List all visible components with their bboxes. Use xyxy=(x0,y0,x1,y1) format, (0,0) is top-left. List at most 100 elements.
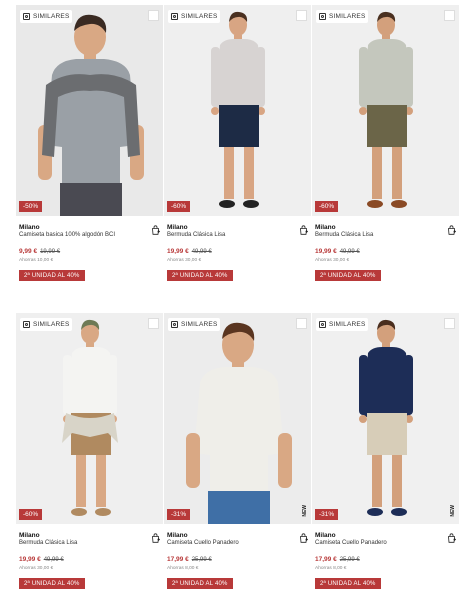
product-name[interactable]: Bermuda Clásica Lisa xyxy=(167,232,225,238)
add-to-bag-icon[interactable] xyxy=(299,225,308,235)
product-image[interactable]: SIMILARES -50% xyxy=(16,5,163,216)
favorite-checkbox[interactable] xyxy=(444,318,455,329)
similar-button[interactable]: SIMILARES xyxy=(316,10,369,23)
product-brand: Milano xyxy=(315,532,336,539)
add-to-bag-icon[interactable] xyxy=(447,533,456,543)
model-left-shoe xyxy=(367,508,383,516)
model-left-hand xyxy=(211,107,219,115)
model-left-leg xyxy=(224,147,234,199)
model-right-shoe xyxy=(391,508,407,516)
product-info: Milano Camiseta basica 100% algodón BCI … xyxy=(16,216,163,286)
product-name[interactable]: Bermuda Clásica Lisa xyxy=(19,540,77,546)
product-image[interactable]: SIMILARES -60% xyxy=(16,313,163,524)
favorite-checkbox[interactable] xyxy=(296,10,307,21)
savings-text: Ahorras 8,00 € xyxy=(167,566,199,571)
price-row: 19,99 €49,99 € xyxy=(19,556,64,563)
product-name[interactable]: Camiseta basica 100% algodón BCI xyxy=(19,232,115,238)
similar-icon xyxy=(171,321,178,328)
product-brand: Milano xyxy=(19,532,40,539)
model-right-shoe xyxy=(95,508,111,516)
similar-icon xyxy=(23,321,30,328)
promo-badge: 2ª UNIDAD AL 40% xyxy=(167,578,233,589)
model-shirt xyxy=(364,347,410,417)
similar-icon xyxy=(171,13,178,20)
discount-badge: -60% xyxy=(167,201,191,212)
similar-button[interactable]: SIMILARES xyxy=(168,10,221,23)
discount-badge: -60% xyxy=(19,509,43,520)
product-card[interactable]: SIMILARES -50% Milano Camiseta basica 10… xyxy=(16,5,163,286)
add-to-bag-icon[interactable] xyxy=(447,225,456,235)
promo-badge: 2ª UNIDAD AL 40% xyxy=(315,578,381,589)
product-name[interactable]: Camiseta Cuello Panadero xyxy=(167,540,239,546)
product-image[interactable]: SIMILARES -31% NEW xyxy=(164,313,311,524)
similar-button[interactable]: SIMILARES xyxy=(168,318,221,331)
model-left-arm xyxy=(63,355,72,415)
model-figure xyxy=(164,313,311,524)
product-card[interactable]: SIMILARES -31% NEW Milano Camiseta Cuell… xyxy=(164,313,311,594)
add-to-bag-icon[interactable] xyxy=(151,225,160,235)
product-brand: Milano xyxy=(19,224,40,231)
model-right-leg xyxy=(244,147,254,199)
model-shorts xyxy=(367,105,407,147)
add-to-bag-icon[interactable] xyxy=(151,533,160,543)
savings-text: Ahorras 10,00 € xyxy=(19,258,54,263)
model-right-leg xyxy=(96,455,106,507)
similar-label: SIMILARES xyxy=(329,321,366,328)
product-name[interactable]: Bermuda Clásica Lisa xyxy=(315,232,373,238)
model-left-shoe xyxy=(219,200,235,208)
similar-label: SIMILARES xyxy=(181,13,218,20)
product-card[interactable]: SIMILARES -60% Milano Bermuda Clásica Li… xyxy=(164,5,311,286)
promo-badge: 2ª UNIDAD AL 40% xyxy=(19,578,85,589)
model-left-arm xyxy=(186,433,200,488)
favorite-checkbox[interactable] xyxy=(148,10,159,21)
discount-badge: -31% xyxy=(315,509,339,520)
old-price: 25,99 € xyxy=(191,557,212,563)
favorite-checkbox[interactable] xyxy=(148,318,159,329)
model-right-arm xyxy=(278,433,292,488)
current-price: 19,99 € xyxy=(167,248,189,255)
similar-button[interactable]: SIMILARES xyxy=(316,318,369,331)
price-row: 17,99 €25,99 € xyxy=(167,556,212,563)
model-right-leg xyxy=(392,455,402,507)
model-shorts xyxy=(367,413,407,455)
model-pants xyxy=(208,491,270,524)
product-image[interactable]: SIMILARES -60% xyxy=(312,5,459,216)
similar-icon xyxy=(23,13,30,20)
model-shirt xyxy=(216,39,262,109)
model-shorts xyxy=(219,105,259,147)
similar-button[interactable]: SIMILARES xyxy=(20,318,73,331)
product-brand: Milano xyxy=(167,532,188,539)
current-price: 9,99 € xyxy=(19,248,38,255)
favorite-checkbox[interactable] xyxy=(296,318,307,329)
product-info: Milano Bermuda Clásica Lisa 19,99 €49,99… xyxy=(312,216,459,286)
old-price: 19,99 € xyxy=(40,249,61,255)
new-tag: NEW xyxy=(450,505,456,517)
product-info: Milano Bermuda Clásica Lisa 19,99 €49,99… xyxy=(16,524,163,594)
savings-text: Ahorras 8,00 € xyxy=(315,566,347,571)
price-row: 19,99 €49,99 € xyxy=(315,248,360,255)
product-info: Milano Bermuda Clásica Lisa 19,99 €49,99… xyxy=(164,216,311,286)
model-left-shoe xyxy=(367,200,383,208)
model-figure xyxy=(164,5,311,216)
product-name[interactable]: Camiseta Cuello Panadero xyxy=(315,540,387,546)
model-left-arm xyxy=(359,355,368,415)
model-figure xyxy=(312,5,459,216)
model-shirt xyxy=(68,347,114,417)
product-card[interactable]: SIMILARES -60% Milano Bermuda Clásica Li… xyxy=(16,313,163,594)
model-figure xyxy=(16,313,163,524)
model-right-shoe xyxy=(391,200,407,208)
similar-button[interactable]: SIMILARES xyxy=(20,10,73,23)
add-to-bag-icon[interactable] xyxy=(299,533,308,543)
savings-text: Ahorras 30,00 € xyxy=(315,258,350,263)
product-image[interactable]: SIMILARES -31% NEW xyxy=(312,313,459,524)
product-brand: Milano xyxy=(167,224,188,231)
product-card[interactable]: SIMILARES -31% NEW Milano Camiseta Cuell… xyxy=(312,313,459,594)
favorite-checkbox[interactable] xyxy=(444,10,455,21)
model-right-arm xyxy=(256,47,265,107)
model-right-arm xyxy=(108,355,117,415)
model-right-shoe xyxy=(243,200,259,208)
similar-label: SIMILARES xyxy=(33,13,70,20)
model-right-arm xyxy=(404,47,413,107)
product-image[interactable]: SIMILARES -60% xyxy=(164,5,311,216)
product-card[interactable]: SIMILARES -60% Milano Bermuda Clásica Li… xyxy=(312,5,459,286)
